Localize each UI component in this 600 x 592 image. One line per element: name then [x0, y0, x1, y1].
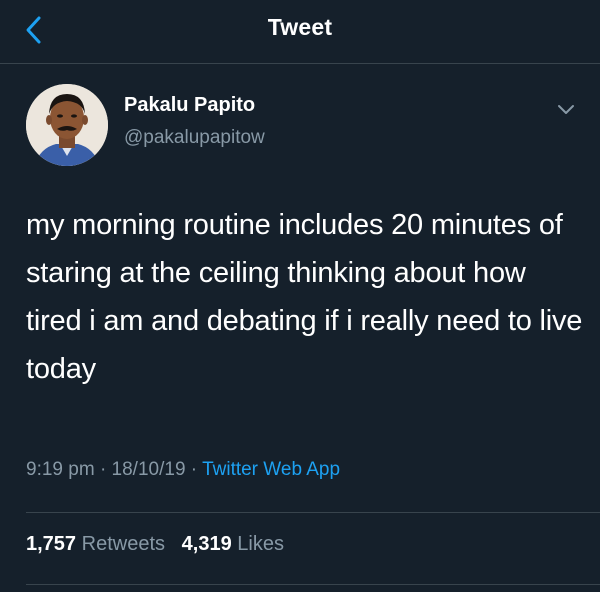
avatar[interactable]: [26, 84, 108, 166]
tweet-date[interactable]: 18/10/19: [112, 459, 186, 480]
meta-separator: ·: [190, 459, 198, 480]
divider: [26, 584, 600, 585]
likes-label: Likes: [237, 533, 284, 555]
more-options-button[interactable]: [554, 100, 578, 120]
tweet-stats: 1,757 Retweets 4,319 Likes: [26, 533, 284, 556]
likes-count: 4,319: [181, 533, 232, 555]
tweet-time[interactable]: 9:19 pm: [26, 459, 95, 480]
retweets-count: 1,757: [26, 533, 77, 555]
chevron-down-icon: [558, 105, 574, 114]
author-display-name[interactable]: Pakalu Papito: [124, 94, 255, 117]
top-bar: Tweet: [0, 0, 600, 64]
tweet-text: my morning routine includes 20 minutes o…: [26, 209, 583, 385]
author-handle[interactable]: @pakalupapitow: [124, 127, 265, 149]
tweet-metadata: 9:19 pm · 18/10/19 · Twitter Web App: [26, 459, 340, 481]
tweet-source-link[interactable]: Twitter Web App: [202, 459, 340, 480]
retweets-label: Retweets: [81, 533, 165, 555]
avatar-image: [26, 84, 108, 166]
likes-stat[interactable]: 4,319 Likes: [182, 533, 284, 555]
meta-separator: ·: [99, 459, 107, 480]
divider: [26, 512, 600, 513]
page-title: Tweet: [267, 14, 333, 40]
retweets-stat[interactable]: 1,757 Retweets: [26, 533, 165, 555]
